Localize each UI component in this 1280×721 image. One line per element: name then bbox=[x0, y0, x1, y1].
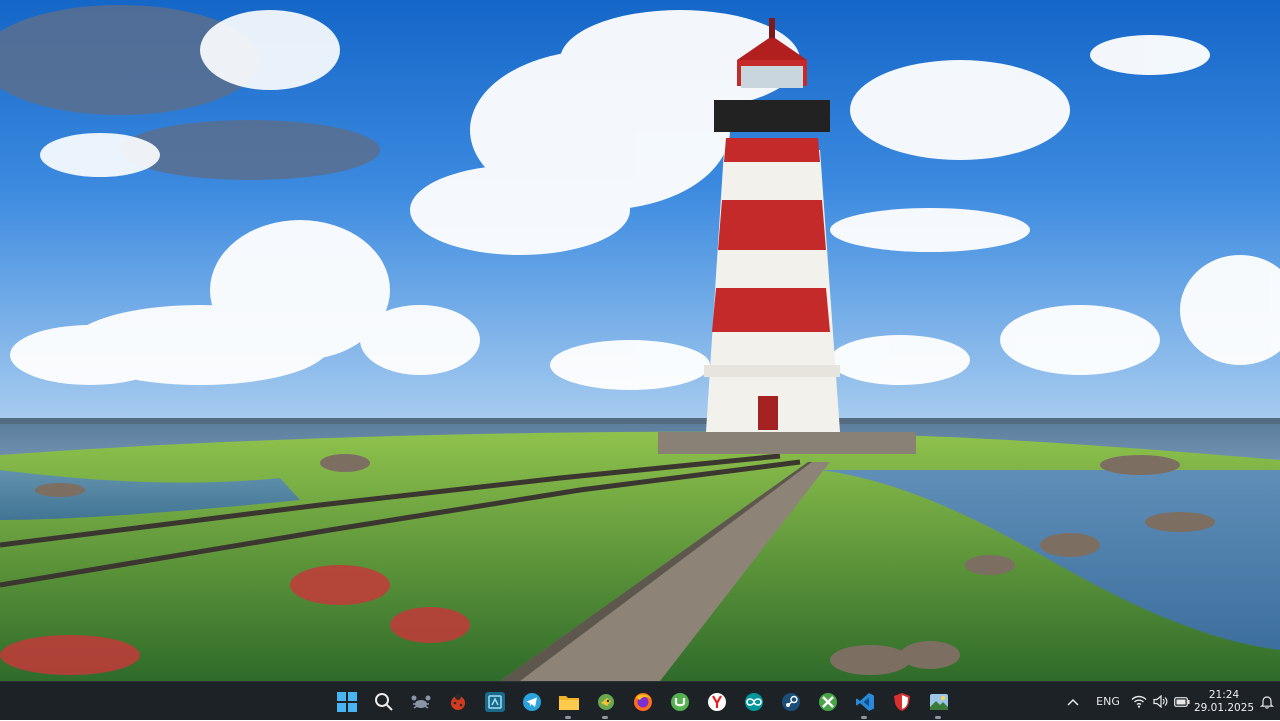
desktop[interactable] bbox=[0, 0, 1280, 681]
running-indicator bbox=[861, 716, 867, 719]
capture-icon bbox=[484, 691, 505, 712]
taskbar: ENG 21:24 29.01.2025 bbox=[0, 681, 1280, 720]
taskbar-apps bbox=[328, 682, 957, 721]
steam-icon bbox=[781, 692, 800, 711]
clock-date: 29.01.2025 bbox=[1193, 701, 1255, 714]
xbox-icon bbox=[818, 692, 837, 711]
running-indicator bbox=[935, 716, 941, 719]
ladybug-icon bbox=[450, 693, 465, 710]
search-icon bbox=[374, 692, 393, 711]
firefox-button[interactable] bbox=[624, 683, 661, 720]
running-indicator bbox=[602, 716, 608, 719]
language-label: ENG bbox=[1096, 695, 1120, 708]
yandex-icon bbox=[707, 692, 726, 711]
arduino-button[interactable] bbox=[735, 683, 772, 720]
chevron-up-icon bbox=[1067, 698, 1079, 706]
speaker-icon bbox=[1152, 695, 1167, 708]
vscode-icon bbox=[855, 692, 874, 711]
running-indicator bbox=[565, 716, 571, 719]
wifi-icon bbox=[1131, 695, 1147, 708]
telegram-icon bbox=[522, 692, 541, 711]
input-language-indicator[interactable]: ENG bbox=[1088, 687, 1128, 717]
app-ladybug-button[interactable] bbox=[439, 683, 476, 720]
xbox-button[interactable] bbox=[809, 683, 846, 720]
yandex-browser-button[interactable] bbox=[698, 683, 735, 720]
arduino-icon bbox=[744, 692, 763, 711]
shield-app-button[interactable] bbox=[883, 683, 920, 720]
search-button[interactable] bbox=[365, 683, 402, 720]
crab-icon bbox=[411, 695, 430, 709]
clock-time: 21:24 bbox=[1208, 688, 1240, 701]
windows-logo-icon bbox=[336, 691, 357, 712]
system-tray: ENG 21:24 29.01.2025 bbox=[1058, 682, 1280, 721]
battery-button[interactable] bbox=[1170, 687, 1194, 717]
folder-icon bbox=[558, 695, 579, 710]
vscode-button[interactable] bbox=[846, 683, 883, 720]
bird-icon bbox=[597, 693, 614, 710]
show-hidden-icons-button[interactable] bbox=[1058, 687, 1088, 717]
app-capture-button[interactable] bbox=[476, 683, 513, 720]
photos-icon bbox=[929, 693, 948, 710]
battery-icon bbox=[1174, 696, 1190, 707]
start-button[interactable] bbox=[328, 683, 365, 720]
telegram-button[interactable] bbox=[513, 683, 550, 720]
notifications-button[interactable] bbox=[1254, 687, 1280, 717]
shield-icon bbox=[893, 692, 910, 711]
bell-icon bbox=[1260, 695, 1274, 709]
steam-button[interactable] bbox=[772, 683, 809, 720]
wallpaper-lighthouse bbox=[0, 0, 1280, 681]
clock-button[interactable]: 21:24 29.01.2025 bbox=[1194, 687, 1254, 717]
utorrent-button[interactable] bbox=[661, 683, 698, 720]
file-explorer-button[interactable] bbox=[550, 683, 587, 720]
volume-button[interactable] bbox=[1150, 687, 1170, 717]
firefox-icon bbox=[633, 692, 652, 711]
app-bird-button[interactable] bbox=[587, 683, 624, 720]
app-crab-button[interactable] bbox=[402, 683, 439, 720]
utorrent-icon bbox=[670, 692, 689, 711]
photos-button[interactable] bbox=[920, 683, 957, 720]
network-button[interactable] bbox=[1128, 687, 1150, 717]
